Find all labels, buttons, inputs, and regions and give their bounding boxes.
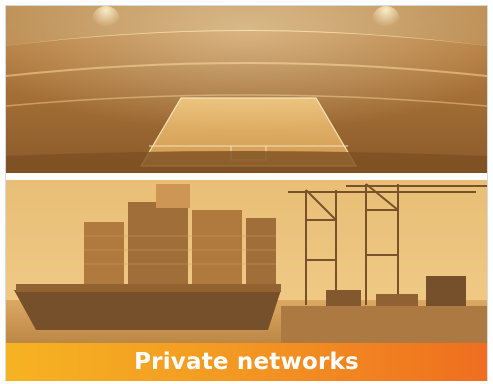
- caption-bar: Private networks: [6, 343, 487, 381]
- port-illustration: [6, 180, 487, 343]
- stadium-illustration: [6, 6, 487, 173]
- stadium-photo: [6, 6, 487, 173]
- caption-title: Private networks: [134, 349, 359, 375]
- container-port-photo: [6, 180, 487, 343]
